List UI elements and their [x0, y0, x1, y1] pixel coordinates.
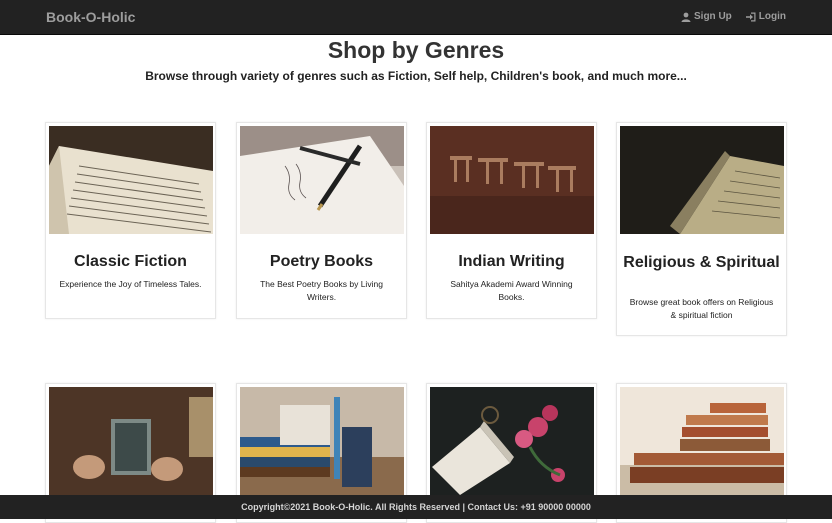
genre-5-image [49, 387, 213, 495]
signup-label: Sign Up [694, 11, 732, 22]
religious-spiritual-image [620, 126, 784, 234]
poetry-books-image [240, 126, 404, 234]
card-description: Browse great book offers on Religious & … [629, 297, 774, 320]
footer: Copyright©2021 Book-O-Holic. All Rights … [0, 495, 832, 519]
card-title: Religious & Spiritual [623, 254, 780, 271]
user-icon [681, 12, 691, 22]
genre-7-image [430, 387, 594, 495]
card-description: The Best Poetry Books by Living Writers. [260, 279, 383, 302]
indian-writing-image [430, 126, 594, 234]
genre-6-image [240, 387, 404, 495]
card-description: Experience the Joy of Timeless Tales. [59, 279, 202, 289]
card-title: Poetry Books [269, 253, 374, 270]
classic-fiction-image [49, 126, 213, 234]
login-link[interactable]: Login [745, 11, 786, 22]
nav-right: Sign Up Login [681, 11, 786, 22]
page-title: Shop by Genres [327, 37, 505, 63]
login-label: Login [758, 11, 786, 22]
card-title: Classic Fiction [74, 253, 187, 270]
signup-link[interactable]: Sign Up [681, 11, 732, 22]
genre-8-image [620, 387, 784, 495]
genre-card-poetry-books[interactable]: Poetry Books The Best Poetry Books by Li… [236, 122, 407, 319]
navbar: Book-O-Holic Sign Up Login [0, 0, 832, 35]
genre-card-religious-spiritual[interactable]: Religious & Spiritual Browse great book … [616, 122, 787, 336]
card-title: Indian Writing [458, 253, 565, 270]
genre-card-classic-fiction[interactable]: Classic Fiction Experience the Joy of Ti… [45, 122, 216, 319]
genre-card-indian-writing[interactable]: Indian Writing Sahitya Akademi Award Win… [426, 122, 597, 319]
brand-logo[interactable]: Book-O-Holic [46, 9, 135, 25]
page-subtitle: Browse through variety of genres such as… [145, 69, 687, 83]
card-description: Sahitya Akademi Award Winning Books. [450, 279, 573, 302]
login-icon [745, 12, 756, 21]
